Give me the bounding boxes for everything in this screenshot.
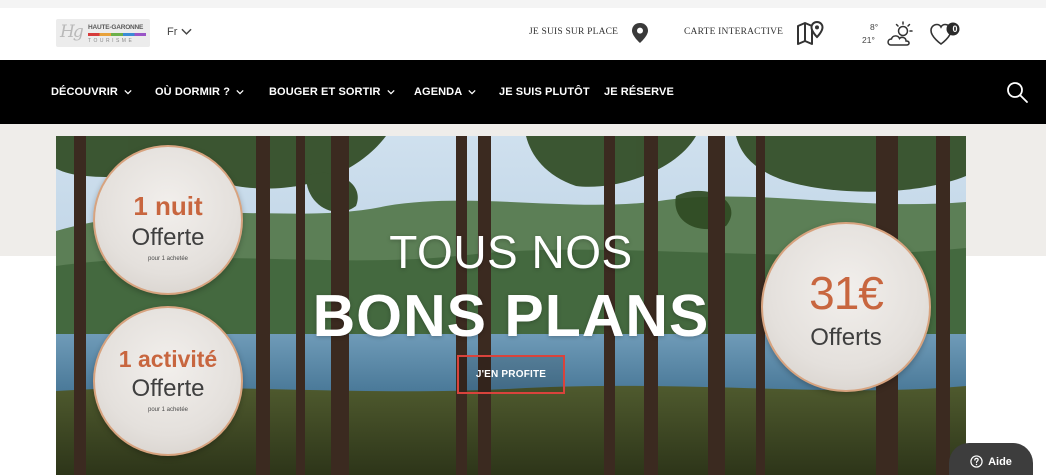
weather-temperatures: 8° 21° [862,22,878,45]
nav-item-decouvrir[interactable]: DÉCOUVRIR [51,86,132,98]
nav-item-label: AGENDA [414,86,463,98]
hero-title-line2: BONS PLANS [312,283,710,349]
nav-item-label: OÙ DORMIR ? [155,86,231,98]
main-navigation: DÉCOUVRIR OÙ DORMIR ? BOUGER ET SORTIR A… [0,60,1046,124]
chevron-down-icon [236,89,244,95]
hero-title-line1: TOUS NOS [389,226,633,278]
temp-low: 8° [870,22,879,32]
hero-banner: 1 nuit Offerte pour 1 achetée 1 activité… [56,136,966,475]
offer-subtitle: Offerte [131,375,205,402]
chevron-down-icon [468,89,476,95]
language-label: Fr [167,26,178,38]
nav-item-label: BOUGER ET SORTIR [269,86,381,98]
language-selector[interactable]: Fr [167,26,192,38]
chevron-down-icon [181,28,192,35]
logo-color-stripe [88,33,146,36]
chevron-down-icon [386,89,395,95]
on-site-link[interactable]: JE SUIS SUR PLACE [529,27,618,37]
nav-item-je-suis-plutot[interactable]: JE SUIS PLUTÔT [499,86,590,98]
offer-note: pour 1 achetée [147,407,189,413]
logo-subtitle: TOURISME [88,38,135,44]
nav-item-label: DÉCOUVRIR [51,86,118,98]
nav-item-bouger-et-sortir[interactable]: BOUGER ET SORTIR [269,86,395,98]
temp-high: 21° [862,35,875,45]
site-logo[interactable]: Hg HAUTE-GARONNE TOURISME [56,19,150,47]
nav-item-ou-dormir[interactable]: OÙ DORMIR ? [155,86,244,98]
sun-cloud-icon[interactable] [885,21,917,49]
logo-monogram: Hg [60,22,84,42]
nav-item-je-reserve[interactable]: JE RÉSERVE [604,86,674,98]
offer-headline: 1 nuit [133,191,203,221]
help-label: Aide [988,456,1012,468]
favorites-count: 0 [952,24,958,34]
top-bar: Hg HAUTE-GARONNE TOURISME Fr JE SUIS SUR… [0,0,1046,60]
nav-item-label: JE SUIS PLUTÔT [499,86,590,98]
nav-item-label: JE RÉSERVE [604,86,674,98]
chevron-down-icon [124,89,132,95]
nav-item-agenda[interactable]: AGENDA [414,86,476,98]
location-pin-icon[interactable] [629,22,651,44]
search-icon[interactable] [1005,80,1029,104]
interactive-map-link[interactable]: CARTE INTERACTIVE [684,27,783,37]
offer-headline: 1 activité [118,346,218,372]
map-icon[interactable] [795,20,825,48]
cta-button[interactable]: J'EN PROFITE [457,355,565,394]
question-circle-icon [970,455,983,468]
help-button[interactable]: Aide [949,443,1033,475]
logo-title: HAUTE-GARONNE [88,24,144,31]
